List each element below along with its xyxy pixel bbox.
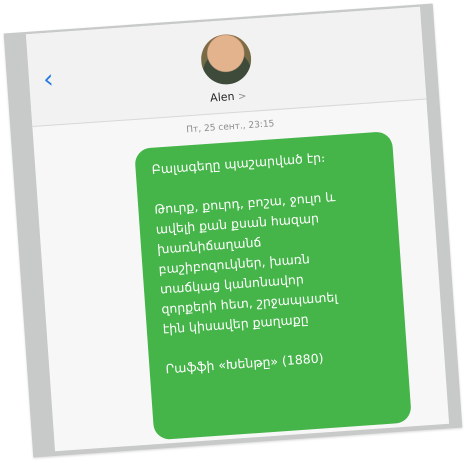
conversation-header: ‹ Alen >: [25, 6, 427, 128]
photo-stage: ‹ Alen > Пт, 25 сент., 23:15 Բալագեղը պա…: [0, 0, 466, 461]
contact-name[interactable]: Alen: [210, 90, 235, 105]
message-paragraph-1: Բալագեղը պաշարված էր։: [151, 149, 326, 177]
avatar[interactable]: [198, 32, 253, 87]
chevron-right-icon[interactable]: >: [238, 91, 247, 103]
message-bubble[interactable]: Բալագեղը պաշարված էր։ Թուրք, քուրդ, բոշա…: [134, 131, 412, 441]
message-paragraph-3: Րաֆֆի «Խենթը» (1880): [165, 350, 324, 377]
chevron-left-icon[interactable]: ‹: [42, 65, 54, 96]
message-paragraph-2: Թուրք, քուրդ, բոշա, ջուլո և ավելի քան քս…: [153, 189, 339, 337]
messages-screen: ‹ Alen > Пт, 25 сент., 23:15 Բալագեղը պա…: [25, 6, 450, 452]
